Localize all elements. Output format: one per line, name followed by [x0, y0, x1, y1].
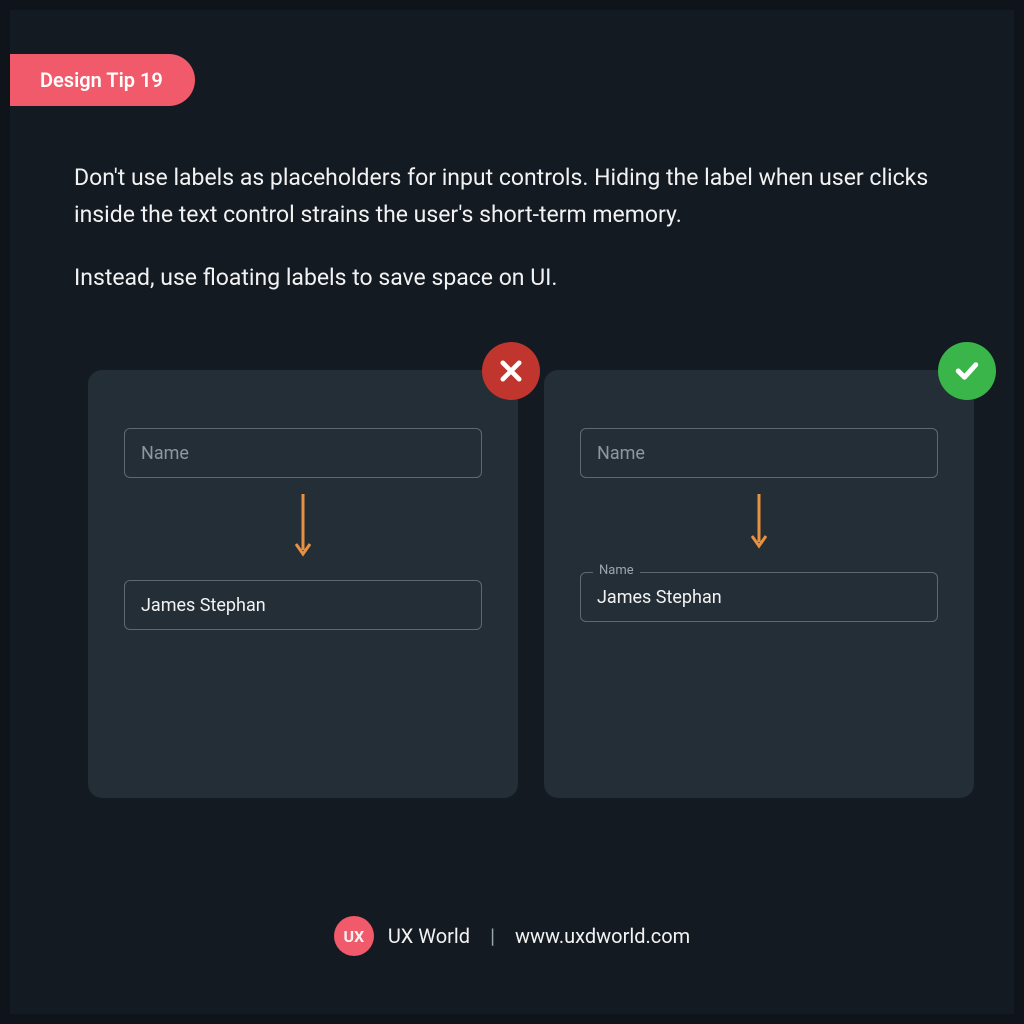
bad-input-after[interactable]: James Stephan	[124, 580, 482, 630]
arrow-down-icon	[124, 492, 482, 562]
good-input-before[interactable]: Name	[580, 428, 938, 478]
bad-input-value: James Stephan	[141, 595, 266, 616]
footer-separator: |	[490, 924, 495, 948]
floating-label: Name	[593, 563, 640, 578]
good-input-value: James Stephan	[597, 587, 722, 608]
cross-icon	[482, 342, 540, 400]
bad-example-panel: Name James Stephan	[88, 370, 518, 798]
check-icon	[938, 342, 996, 400]
tip-paragraph-2: Instead, use floating labels to save spa…	[74, 260, 950, 297]
tip-number-badge: Design Tip 19	[10, 54, 195, 106]
good-input-after[interactable]: Name James Stephan	[580, 572, 938, 622]
brand-url: www.uxdworld.com	[515, 924, 690, 948]
brand-logo-text: UX	[343, 927, 364, 946]
good-example-panel: Name Name James Stephan	[544, 370, 974, 798]
card-frame: Design Tip 19 Don't use labels as placeh…	[10, 10, 1014, 1014]
bad-input-placeholder: Name	[141, 443, 189, 464]
brand-logo-icon: UX	[334, 916, 374, 956]
example-panels: Name James Stephan Name	[88, 370, 974, 798]
tip-paragraph-1: Don't use labels as placeholders for inp…	[74, 160, 950, 234]
bad-input-before[interactable]: Name	[124, 428, 482, 478]
footer: UX UX World | www.uxdworld.com	[10, 916, 1014, 956]
brand-name: UX World	[388, 924, 470, 948]
tip-description: Don't use labels as placeholders for inp…	[74, 160, 950, 322]
good-input-placeholder: Name	[597, 443, 645, 464]
tip-number-label: Design Tip 19	[40, 68, 163, 92]
arrow-down-icon	[580, 492, 938, 554]
